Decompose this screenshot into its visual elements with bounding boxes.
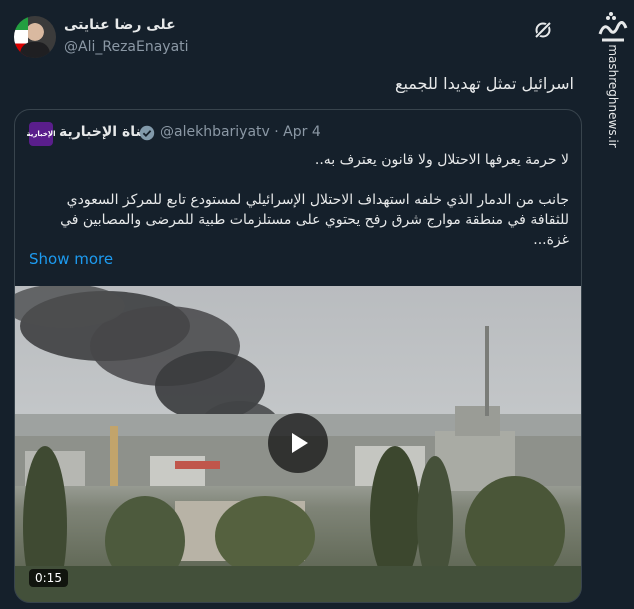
tweet-text: اسرائیل تمثل تهدیدا للجمیع (394, 74, 574, 93)
quoted-text-line: جانب من الدمار الذي خلفه استهداف الاحتلا… (66, 192, 569, 208)
grok-icon[interactable] (533, 20, 553, 40)
watermark-url-text: mashreghnews.ir (606, 44, 620, 148)
play-icon (292, 433, 308, 453)
tweet: علی رضا عنایتی @Ali_RezaEnayati اسرائیل … (0, 0, 600, 609)
quoted-text-line: لا حرمة يعرفها الاحتلال ولا قانون يعترف … (314, 152, 569, 168)
quoted-handle[interactable]: @alekhbariyatv (160, 124, 270, 140)
verified-badge-icon (139, 125, 155, 141)
video-player[interactable]: 0:15 (15, 286, 581, 602)
quoted-author-avatar[interactable]: الإخبارية (26, 122, 56, 146)
quoted-date[interactable]: Apr 4 (283, 124, 321, 140)
play-button[interactable] (268, 413, 328, 473)
quoted-meta: @alekhbariyatv · Apr 4 (160, 124, 321, 140)
video-duration: 0:15 (29, 569, 68, 587)
quoted-author-name[interactable]: قناة الإخبارية (59, 124, 150, 140)
meta-separator: · (274, 124, 279, 140)
mashregh-logo (598, 12, 628, 42)
author-display-name[interactable]: علی رضا عنایتی (64, 17, 176, 33)
quoted-tweet-text: لا حرمة يعرفها الاحتلال ولا قانون يعترف … (25, 150, 569, 250)
author-handle[interactable]: @Ali_RezaEnayati (64, 39, 189, 55)
quoted-text-line: للثقافة في منطقة موارج شرق رفح يحتوي على… (60, 212, 569, 228)
quoted-tweet-card[interactable]: الإخبارية قناة الإخبارية @alekhbariyatv … (14, 109, 582, 603)
watermark-url: mashreghnews.ir (596, 44, 630, 147)
quoted-avatar-logo: الإخبارية (26, 130, 56, 138)
show-more-link[interactable]: Show more (29, 250, 113, 268)
author-avatar[interactable] (14, 16, 56, 58)
quoted-text-line: غزة... (533, 232, 569, 248)
